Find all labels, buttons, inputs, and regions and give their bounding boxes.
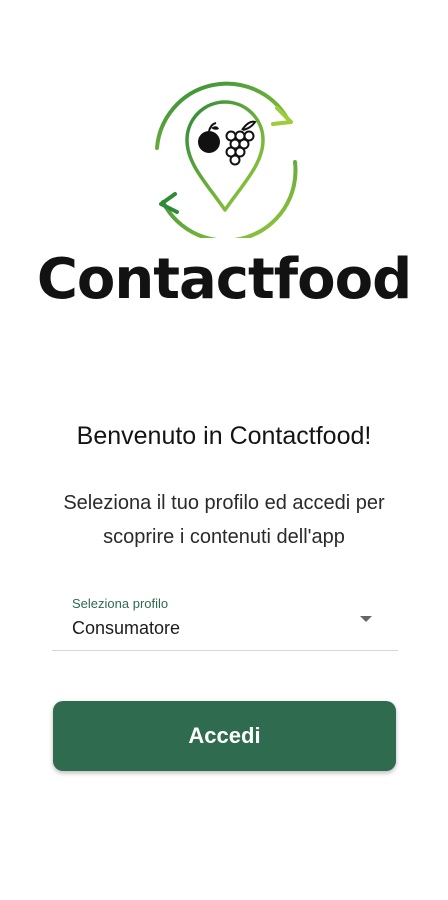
brand-name: Contactfood bbox=[36, 247, 412, 312]
dropdown-arrow-icon[interactable] bbox=[360, 616, 372, 622]
welcome-title: Benvenuto in Contactfood! bbox=[76, 422, 372, 450]
login-button[interactable]: Accedi bbox=[53, 701, 396, 771]
contactfood-logo-icon bbox=[155, 81, 298, 238]
login-screen: Contactfood Benvenuto in Contactfood! Se… bbox=[0, 0, 448, 900]
welcome-subtitle: Seleziona il tuo profilo ed accedi per s… bbox=[63, 492, 385, 548]
profile-select-label: Seleziona profilo bbox=[72, 596, 169, 611]
profile-select[interactable]: Seleziona profilo Consumatore bbox=[52, 590, 398, 651]
profile-select-value: Consumatore bbox=[72, 618, 181, 638]
